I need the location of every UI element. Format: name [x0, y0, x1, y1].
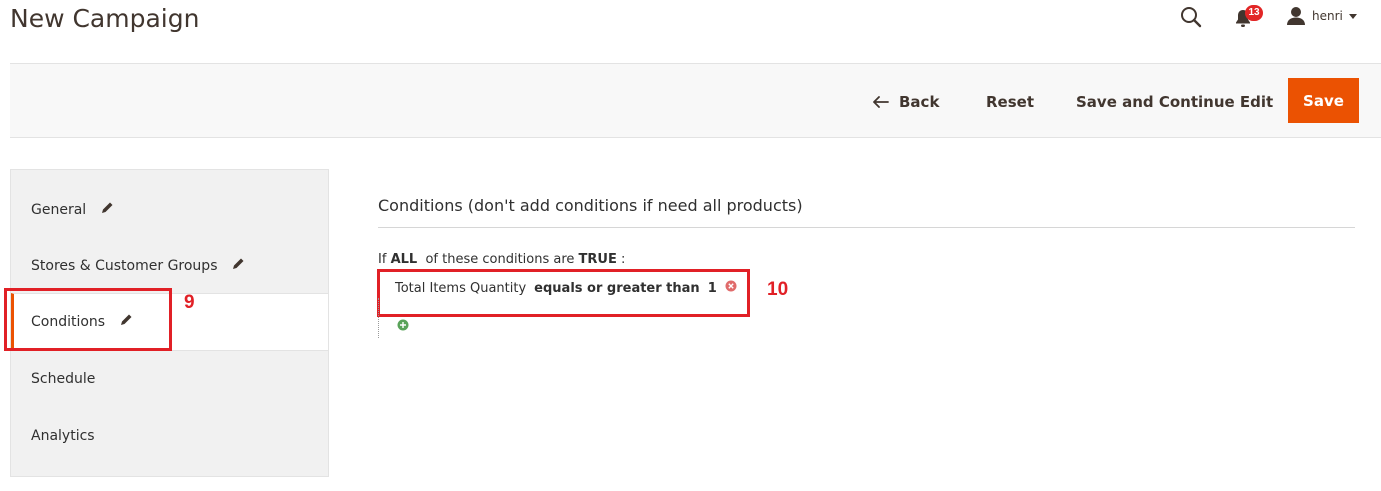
sidebar-item-general[interactable]: General — [11, 181, 328, 238]
add-condition-icon[interactable] — [397, 318, 409, 336]
value-selector[interactable]: TRUE — [579, 252, 617, 267]
back-label: Back — [899, 93, 940, 111]
chevron-down-icon — [1348, 13, 1357, 19]
annotation-box-9 — [4, 288, 172, 351]
annotation-label-10: 10 — [767, 279, 789, 300]
condition-suffix: : — [621, 252, 626, 267]
sidebar-item-label: Stores & Customer Groups — [31, 257, 218, 274]
user-name: henri — [1312, 9, 1343, 23]
aggregator-selector[interactable]: ALL — [391, 252, 418, 267]
annotation-label-9: 9 — [184, 292, 195, 313]
pencil-icon — [231, 257, 245, 275]
rule-operator-selector[interactable]: equals or greater than — [534, 281, 700, 296]
rule-value-input[interactable]: 1 — [708, 281, 717, 296]
page-title: New Campaign — [10, 4, 200, 33]
sidebar-item-schedule[interactable]: Schedule — [11, 350, 328, 407]
save-and-continue-button[interactable]: Save and Continue Edit — [1076, 93, 1273, 111]
sidebar-item-label: Analytics — [31, 427, 95, 444]
sidebar-item-label: General — [31, 201, 87, 218]
sidebar-item-label: Schedule — [31, 371, 96, 387]
save-button[interactable]: Save — [1288, 78, 1359, 123]
reset-button[interactable]: Reset — [986, 93, 1034, 111]
sidebar-item-analytics[interactable]: Analytics — [11, 407, 328, 464]
condition-header: If ALL of these conditions are TRUE : — [378, 252, 625, 267]
condition-tree-line — [378, 298, 379, 338]
arrow-left-icon — [873, 96, 889, 108]
search-icon[interactable] — [1180, 6, 1202, 28]
condition-rule: Total Items Quantity equals or greater t… — [395, 280, 737, 296]
condition-middle-text: of these conditions are — [425, 252, 575, 267]
page-actions-bar: Back Reset Save and Continue Edit Save — [10, 63, 1381, 138]
section-title: Conditions (don't add conditions if need… — [378, 196, 803, 215]
rule-attribute: Total Items Quantity — [395, 280, 527, 296]
notification-count-badge: 13 — [1245, 5, 1263, 21]
sidebar-item-stores-customer-groups[interactable]: Stores & Customer Groups — [11, 237, 328, 294]
section-divider — [378, 227, 1355, 228]
condition-prefix: If — [378, 252, 387, 267]
user-icon — [1287, 7, 1305, 25]
back-button[interactable]: Back — [873, 93, 939, 111]
remove-condition-icon[interactable] — [725, 280, 737, 296]
user-menu[interactable]: henri — [1286, 5, 1357, 27]
notifications-button[interactable]: 13 — [1234, 5, 1272, 29]
pencil-icon — [100, 201, 114, 219]
